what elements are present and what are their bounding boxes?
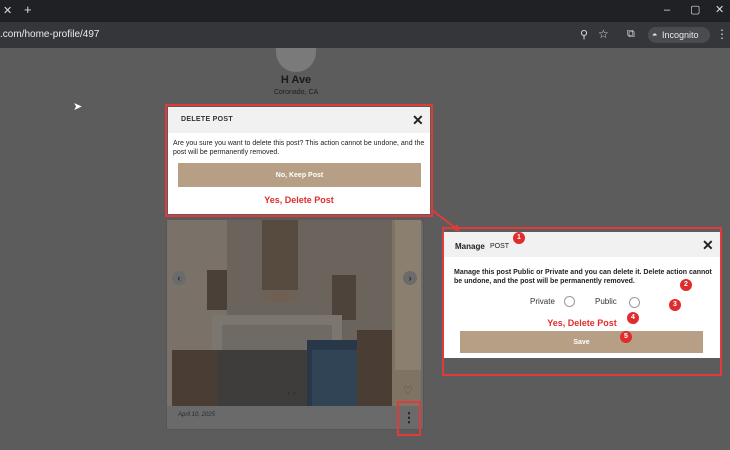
heart-icon[interactable]: ♡ <box>403 384 413 397</box>
browser-tab-bar: ✕ + – ▢ ✕ <box>0 0 730 22</box>
annotation-marker-3: 3 <box>669 299 681 311</box>
delete-dialog-title: DELETE POST <box>181 116 233 123</box>
public-label: Public <box>595 297 617 306</box>
close-icon[interactable]: ✕ <box>702 237 714 254</box>
delete-post-dialog: DELETE POST ✕ Are you sure you want to d… <box>168 107 430 214</box>
private-radio[interactable] <box>564 296 575 307</box>
restore-icon[interactable]: ▢ <box>690 3 700 17</box>
zoom-icon[interactable]: ⚲ <box>580 28 588 42</box>
close-window-icon[interactable]: ✕ <box>715 3 724 17</box>
post-photo <box>167 220 421 406</box>
menu-icon[interactable]: ⋮ <box>716 27 728 41</box>
close-tab-icon[interactable]: ✕ <box>3 4 12 18</box>
incognito-icon: ◓ <box>652 30 658 40</box>
extensions-icon[interactable]: ⧉ <box>627 27 635 41</box>
property-location: Coronado, CA <box>273 89 319 96</box>
star-icon[interactable]: ☆ <box>598 27 609 41</box>
annotation-marker-5: 5 <box>620 331 632 343</box>
incognito-badge[interactable]: ◓ Incognito <box>648 27 710 43</box>
manage-delete-link[interactable]: Yes, Delete Post <box>444 318 720 328</box>
photo-prev-button[interactable]: ‹ <box>172 271 186 285</box>
annotation-marker-4: 4 <box>627 312 639 324</box>
post-options-highlight: ⋮ <box>397 401 421 436</box>
manage-dialog-message: Manage this post Public or Private and y… <box>454 269 712 285</box>
keep-post-button[interactable]: No, Keep Post <box>178 163 421 187</box>
manage-dialog-header <box>444 232 720 257</box>
private-label: Private <box>530 297 555 306</box>
save-button[interactable]: Save <box>460 331 703 353</box>
manage-dialog-title: Manage <box>455 242 485 251</box>
manage-dialog-title-suffix: POST <box>490 243 510 250</box>
manage-post-dialog: Manage POST ✕ Manage this post Public or… <box>444 232 720 358</box>
url-text[interactable]: .com/home-profile/497 <box>0 29 100 40</box>
annotation-marker-1: 1 <box>513 232 525 244</box>
address-bar: .com/home-profile/497 ⚲ ☆ ⧉ ⋮ <box>0 22 730 48</box>
property-title: H Ave <box>280 74 312 86</box>
photo-next-button[interactable]: › <box>403 271 417 285</box>
incognito-label: Incognito <box>662 30 699 40</box>
annotation-marker-2: 2 <box>680 279 692 291</box>
minimize-icon[interactable]: – <box>664 3 670 17</box>
public-radio[interactable] <box>629 297 640 308</box>
mouse-cursor-icon: ➤ <box>73 101 83 113</box>
more-options-icon[interactable]: ⋮ <box>399 407 419 429</box>
delete-dialog-message: Are you sure you want to delete this pos… <box>173 140 425 156</box>
new-tab-icon[interactable]: + <box>24 3 32 17</box>
carousel-dots-icon: ●● <box>287 391 299 397</box>
post-date: April 10, 2025 <box>178 412 216 418</box>
confirm-delete-link[interactable]: Yes, Delete Post <box>168 195 430 205</box>
close-icon[interactable]: ✕ <box>412 112 424 129</box>
